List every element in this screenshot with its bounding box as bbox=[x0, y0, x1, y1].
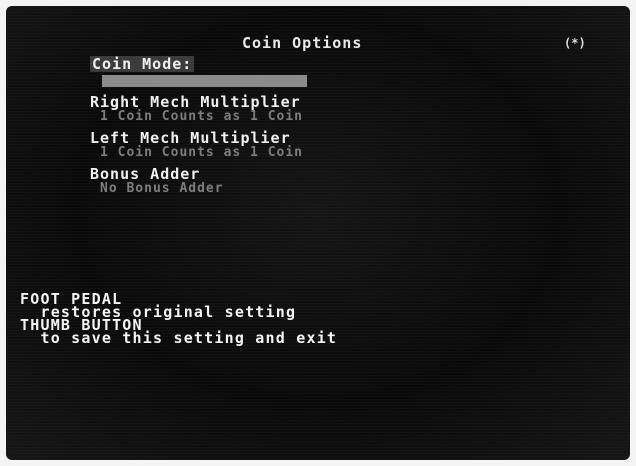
option-value: 1 Coin Counts as 1 Coin bbox=[100, 109, 304, 124]
option-value bbox=[102, 75, 307, 87]
page-title: Coin Options bbox=[242, 34, 363, 52]
option-left-mech-multiplier[interactable]: Left Mech Multiplier 1 Coin Counts as 1 … bbox=[90, 130, 303, 160]
instructions: FOOT PEDAL restores original setting THU… bbox=[20, 292, 338, 347]
option-label: Right Mech Multiplier bbox=[90, 93, 301, 111]
option-value: 1 Coin Counts as 1 Coin bbox=[100, 145, 304, 160]
option-label: Bonus Adder bbox=[90, 165, 201, 183]
option-label: Coin Mode: bbox=[90, 55, 195, 73]
option-bonus-adder[interactable]: Bonus Adder No Bonus Adder bbox=[90, 166, 224, 196]
option-coin-mode[interactable]: Coin Mode: bbox=[90, 54, 307, 87]
photo-frame: Coin Options (*) Coin Mode: Right Mech M… bbox=[0, 0, 636, 466]
corner-marker: (*) bbox=[564, 36, 586, 50]
option-right-mech-multiplier[interactable]: Right Mech Multiplier 1 Coin Counts as 1… bbox=[90, 94, 303, 124]
instruction-thumb-button-desc: to save this setting and exit bbox=[20, 329, 338, 347]
option-value: No Bonus Adder bbox=[100, 181, 224, 196]
option-label: Left Mech Multiplier bbox=[90, 129, 291, 147]
crt-screen: Coin Options (*) Coin Mode: Right Mech M… bbox=[6, 6, 630, 460]
